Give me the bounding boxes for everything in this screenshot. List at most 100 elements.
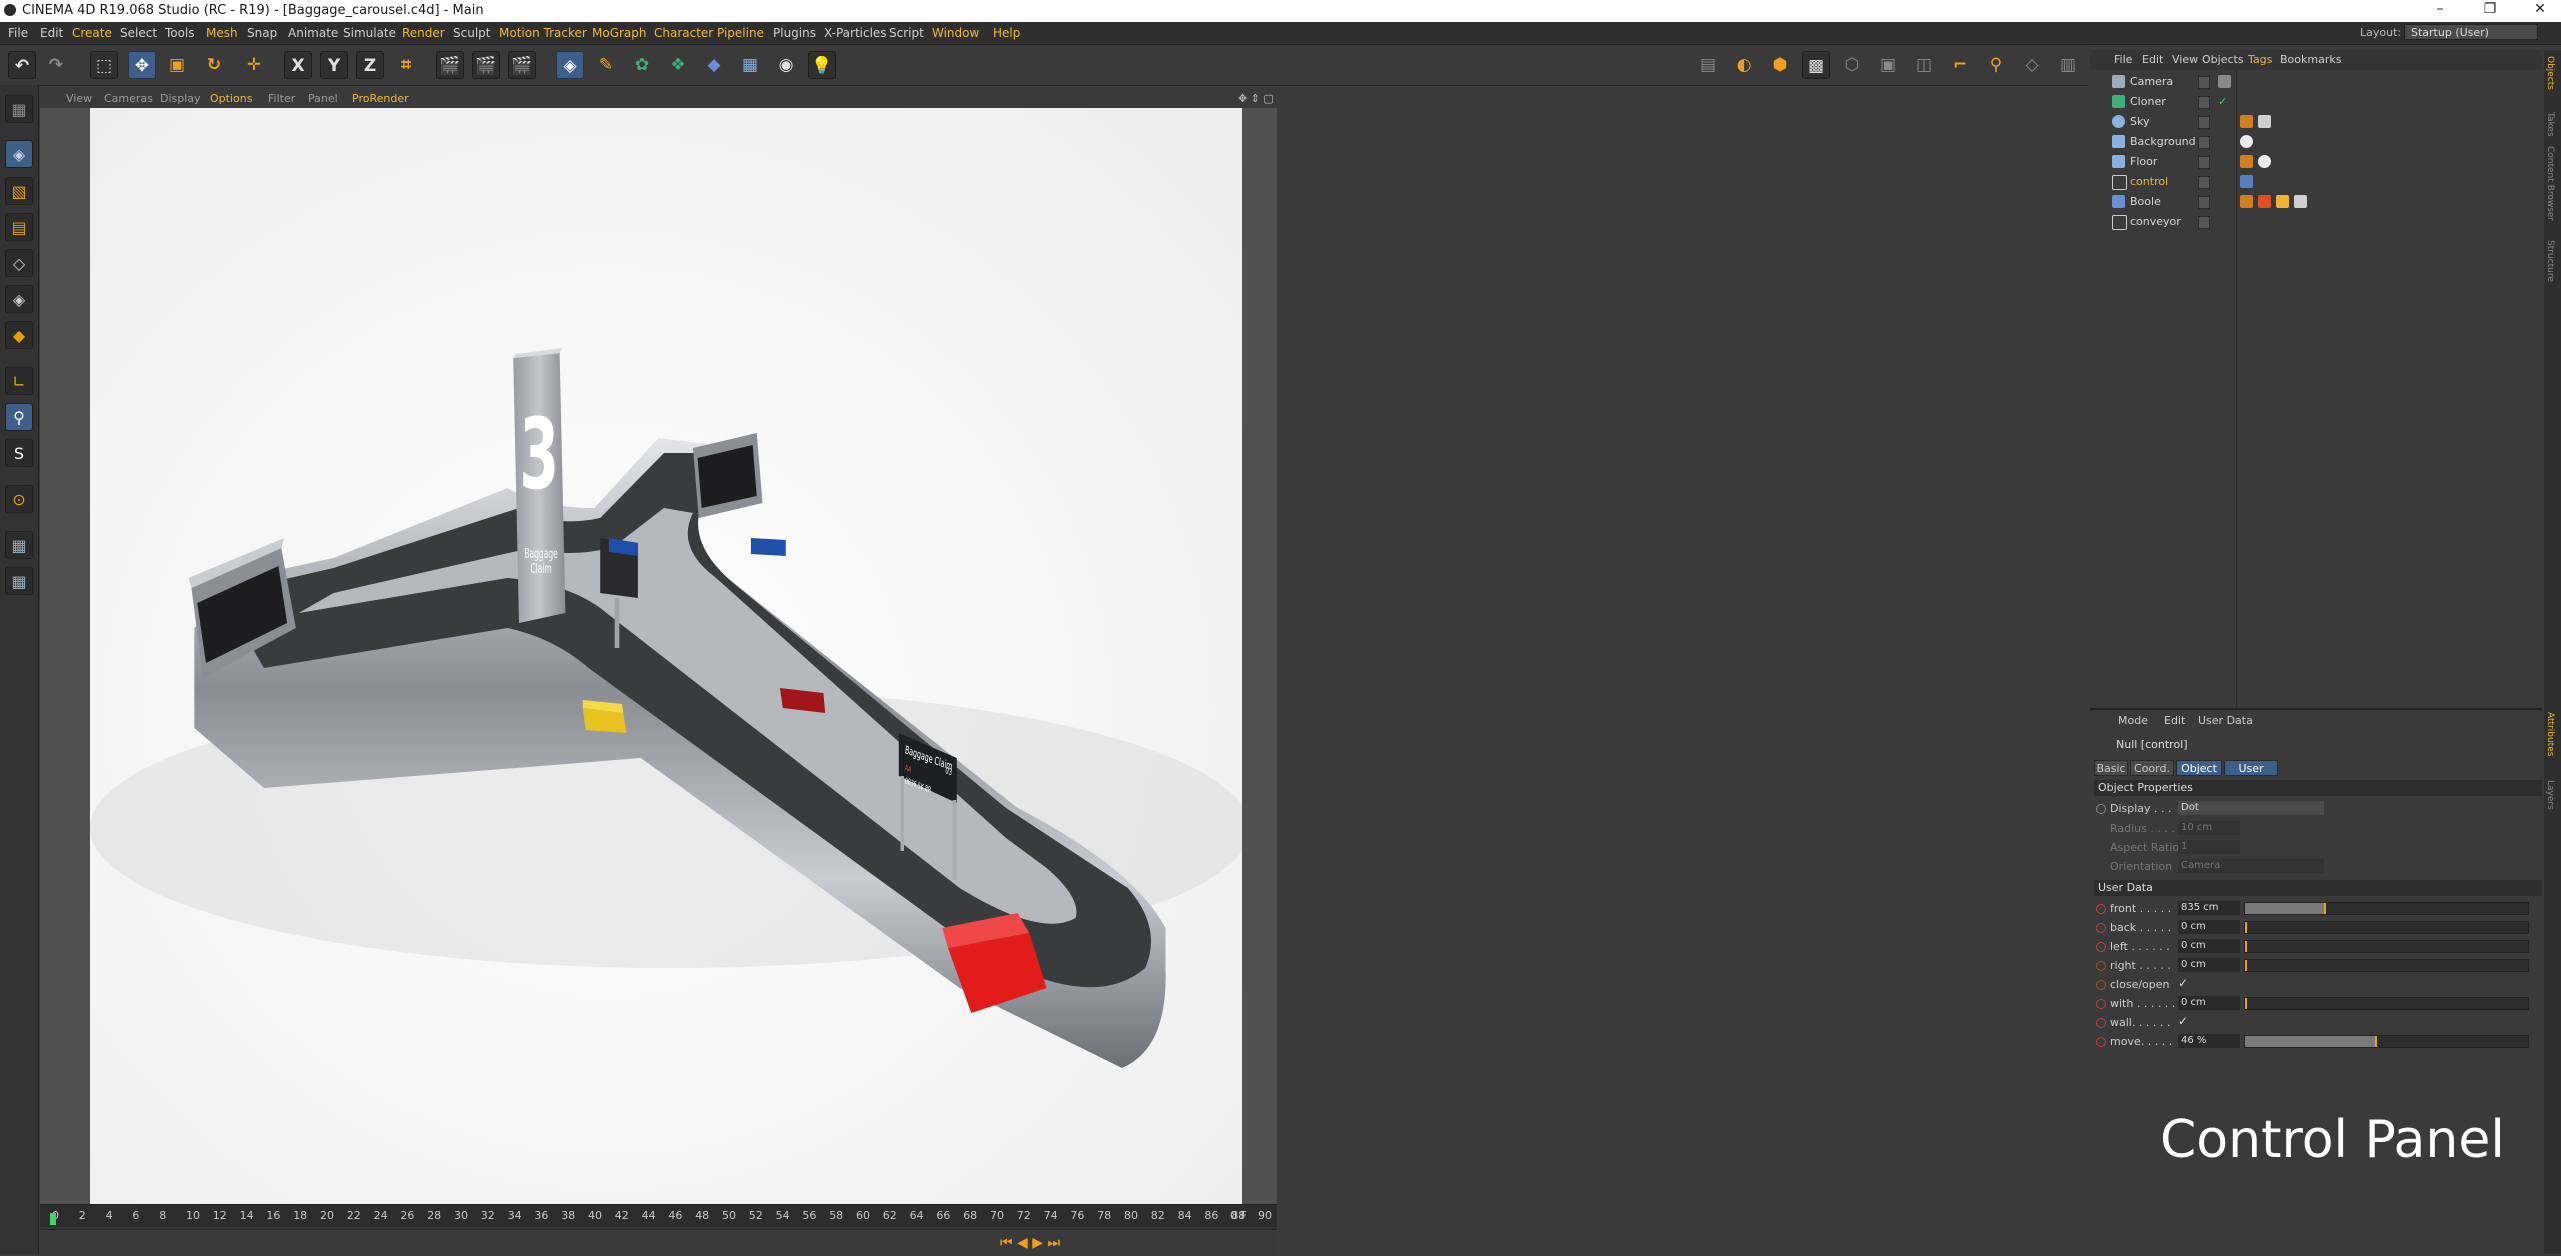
visibility-toggle[interactable] [2198,76,2210,89]
redo-icon[interactable]: ↷ [42,51,70,79]
visibility-toggle[interactable] [2198,196,2210,209]
camera-object-icon[interactable]: ◉ [772,51,800,79]
object-row-sky[interactable]: Sky [2090,112,2542,132]
keyframe-dot-icon[interactable] [2096,980,2106,990]
menu-character[interactable]: Character [654,26,713,40]
menu-edit[interactable]: Edit [40,26,63,40]
side-tab-takes[interactable]: Takes [2545,112,2555,137]
param-right-row[interactable]: right . . . . . 0 cm [2090,957,2542,975]
solo-icon[interactable]: ▦ [5,531,33,559]
menu-render[interactable]: Render [402,26,445,40]
edges-tool-icon[interactable]: ◈ [5,285,33,313]
move-field[interactable]: 46 % [2178,1034,2240,1048]
menu-window[interactable]: Window [932,26,979,40]
menu-snap[interactable]: Snap [247,26,277,40]
keyframe-dot-icon[interactable] [2096,999,2106,1009]
render-settings-icon[interactable]: 🎬 [508,51,536,79]
param-front-row[interactable]: front . . . . . 835 cm [2090,900,2542,918]
compositing-tag-icon[interactable] [2240,115,2253,128]
close-open-row[interactable]: close/open ✓ [2090,976,2542,994]
workplane-icon[interactable]: ▥ [2054,51,2082,79]
timeline[interactable]: 0246810121416182022242628303234363840424… [40,1204,1277,1256]
close-open-checkbox[interactable]: ✓ [2178,976,2188,990]
am-menu-user-data[interactable]: User Data [2198,714,2253,727]
light-object-icon[interactable]: 💡 [808,51,836,79]
points-mode-icon[interactable]: ⬡ [1838,51,1866,79]
tweak-icon[interactable]: ⚲ [5,403,33,431]
minimize-button[interactable]: – [2420,1,2460,21]
scale-tool-icon[interactable]: ▣ [163,51,191,79]
material-tag-icon[interactable] [2258,115,2271,128]
visibility-toggle[interactable] [2198,156,2210,169]
xpresso-tag-icon[interactable] [2240,175,2253,188]
visibility-toggle[interactable] [2198,96,2210,109]
layout-dropdown[interactable]: Startup (User) [2404,24,2538,40]
left-field[interactable]: 0 cm [2178,939,2240,953]
object-row-boole[interactable]: Boole [2090,192,2542,212]
make-editable-icon[interactable]: ▦ [5,95,33,123]
visibility-toggle[interactable] [2198,136,2210,149]
menu-script[interactable]: Script [889,26,924,40]
visibility-toggle[interactable] [2198,116,2210,129]
side-tab-attributes[interactable]: Attributes [2545,712,2555,756]
left-slider[interactable] [2244,940,2529,953]
menu-select[interactable]: Select [120,26,157,40]
viewport-menu-filter[interactable]: Filter [268,92,295,105]
om-menu-bookmarks[interactable]: Bookmarks [2280,53,2341,66]
move-tool-icon[interactable]: ✥ [128,51,156,79]
viewport-menu-display[interactable]: Display [160,92,201,105]
object-row-background[interactable]: Background [2090,132,2542,152]
floor-scene-icon[interactable]: ▦ [736,51,764,79]
menu-pipeline[interactable]: Pipeline [717,26,764,40]
with-row[interactable]: with . . . . . . 0 cm [2090,995,2542,1013]
close-button[interactable]: ✕ [2520,1,2560,21]
compositing-tag-icon[interactable] [2240,195,2253,208]
last-tool-icon[interactable]: ✛ [240,51,268,79]
side-tab-layers[interactable]: Layers [2545,780,2555,810]
compositing-tag-icon[interactable] [2240,155,2253,168]
rotate-tool-icon[interactable]: ↻ [200,51,228,79]
axis-enable-icon[interactable]: ∟ [5,367,33,395]
undo-icon[interactable]: ↶ [8,51,36,79]
param-back-row[interactable]: back . . . . . 0 cm [2090,919,2542,937]
viewport-menu-view[interactable]: View [66,92,92,105]
visibility-toggle[interactable] [2198,216,2210,229]
snapping-icon[interactable]: ◇ [2018,51,2046,79]
playhead[interactable] [50,1213,56,1225]
front-slider[interactable] [2244,902,2529,915]
texture-mode-icon[interactable]: ◐ [1730,51,1758,79]
om-menu-tags[interactable]: Tags [2248,53,2272,66]
live-selection-icon[interactable]: ⬚ [90,51,118,79]
3d-viewport[interactable]: 3 Baggage Claim Baggage Claim 03 AA 0836… [40,108,1277,1204]
param-left-row[interactable]: left . . . . . . 0 cm [2090,938,2542,956]
checker-tag-icon[interactable] [2294,195,2307,208]
om-menu-file[interactable]: File [2114,53,2132,66]
workplane-tool-icon[interactable]: ▤ [5,213,33,241]
keyframe-dot-icon[interactable] [2096,804,2106,814]
cube-object-icon[interactable]: ◈ [556,51,584,79]
keyframe-dot-icon[interactable] [2096,1018,2106,1028]
material-tag-icon[interactable] [2240,135,2253,148]
x-axis-lock-button[interactable]: X [284,51,312,79]
object-row-control[interactable]: control [2090,172,2542,192]
menu-tools[interactable]: Tools [165,26,195,40]
om-menu-edit[interactable]: Edit [2142,53,2163,66]
polygons-tool-icon[interactable]: ◆ [5,321,33,349]
tab-coord[interactable]: Coord. [2130,760,2174,776]
workplane-lock-icon[interactable]: ⊙ [5,485,33,513]
move-slider[interactable] [2244,1035,2529,1048]
keyframe-dot-icon[interactable] [2096,904,2106,914]
display-dropdown[interactable]: Dot [2178,801,2324,815]
menu-animate[interactable]: Animate [288,26,338,40]
snap-icon[interactable]: S [5,439,33,467]
viewport-menu-panel[interactable]: Panel [308,92,338,105]
object-row-camera[interactable]: Camera [2090,72,2542,92]
object-row-cloner[interactable]: Cloner ✓ [2090,92,2542,112]
viewport-menu-options[interactable]: Options [210,92,252,105]
visibility-toggle[interactable] [2198,176,2210,189]
cloner-generator-icon[interactable]: ❖ [664,51,692,79]
object-row-conveyor[interactable]: conveyor [2090,212,2542,232]
front-field[interactable]: 835 cm [2178,901,2240,915]
render-picture-viewer-icon[interactable]: 🎬 [472,51,500,79]
menu-sculpt[interactable]: Sculpt [453,26,490,40]
